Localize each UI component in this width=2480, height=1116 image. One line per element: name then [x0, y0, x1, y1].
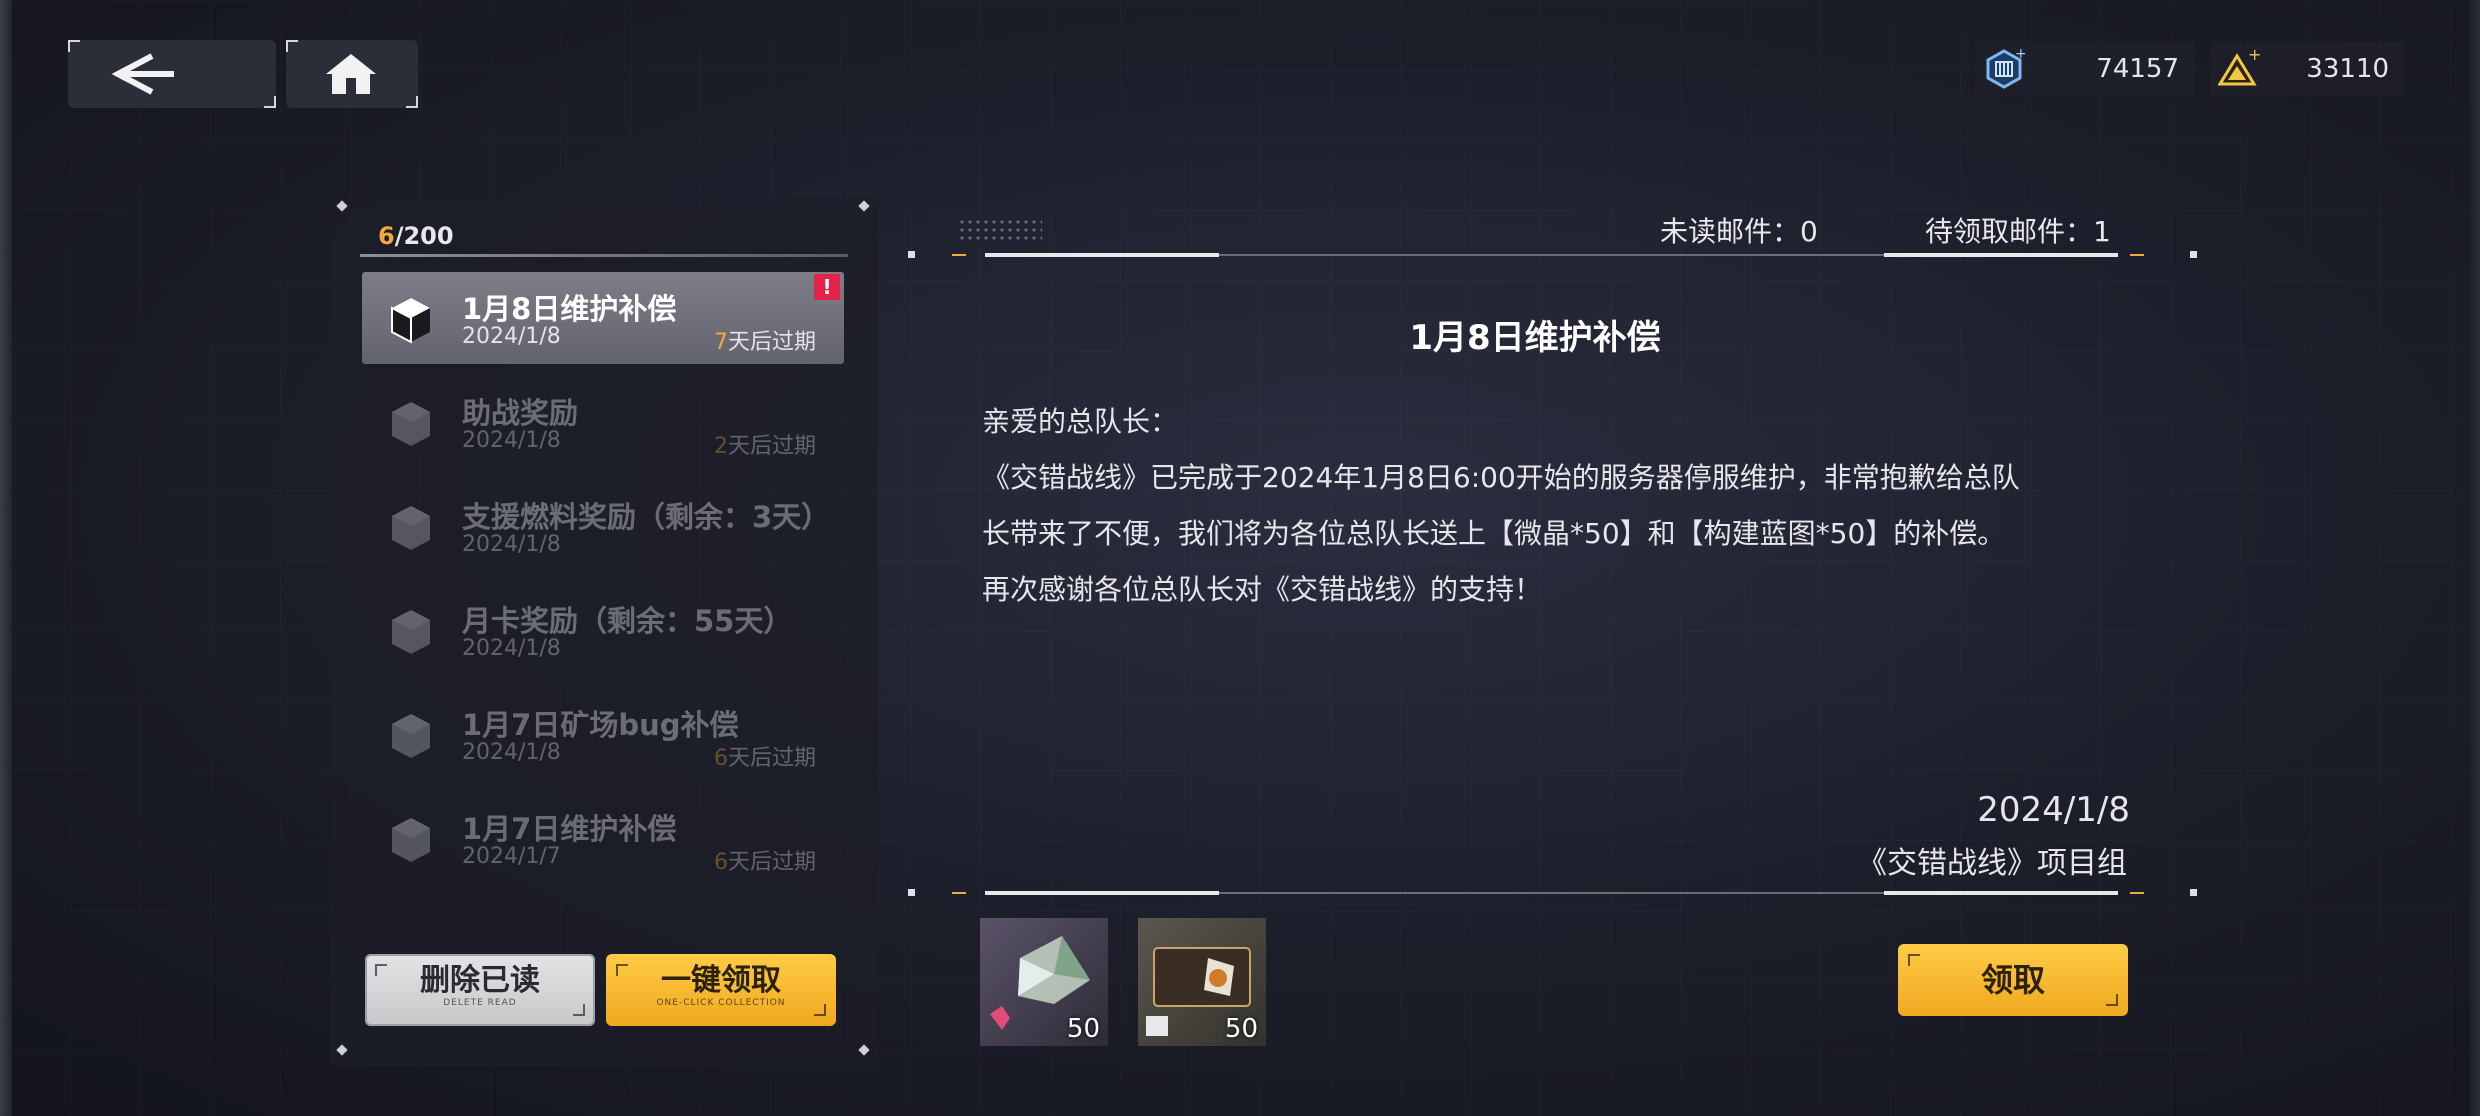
unread-count: 未读邮件：0 — [1660, 215, 1818, 248]
unread-badge: ! — [814, 274, 840, 300]
mail-title: 1月8日维护补偿 — [462, 292, 677, 326]
back-arrow-icon — [111, 53, 174, 95]
currency-crystal-value: 33110 — [2306, 54, 2389, 84]
collect-all-label: 一键领取 — [661, 963, 781, 998]
package-box-icon — [391, 298, 430, 344]
svg-text:+: + — [2248, 48, 2260, 64]
mail-body-line: 长带来了不便，我们将为各位总队长送上【微晶*50】和【构建蓝图*50】的补偿。 — [982, 517, 2006, 550]
delete-read-sublabel: DELETE READ — [443, 998, 517, 1008]
chip-icon: + — [1986, 48, 2025, 89]
mail-title: 助战奖励 — [462, 396, 579, 430]
mail-date: 2024/1/8 — [462, 324, 561, 349]
bottom-divider-highlight — [1884, 891, 2118, 895]
mail-expiry: 7天后过期 — [713, 330, 816, 355]
package-box-icon — [392, 506, 430, 550]
mail-expiry: 2天后过期 — [713, 434, 816, 459]
currency-chip[interactable]: + 74157 — [1975, 42, 2195, 96]
divider-end — [2130, 254, 2144, 256]
divider-end — [952, 892, 966, 894]
mail-expiry: 6天后过期 — [713, 850, 816, 875]
mail-item[interactable]: 月卡奖励（剩余：55天） 2024/1/8 — [362, 584, 844, 676]
mail-body-line: 亲爱的总队长： — [982, 405, 1179, 438]
top-divider-highlight — [985, 253, 1219, 257]
mail-body-line: 再次感谢各位总队长对《交错战线》的支持！ — [982, 573, 1543, 606]
divider-dot — [908, 251, 915, 258]
mail-item[interactable]: 1月7日维护补偿 2024/1/7 6天后过期 — [362, 792, 844, 884]
svg-text:+: + — [2015, 48, 2025, 62]
collect-all-sublabel: ONE-CLICK COLLECTION — [656, 998, 786, 1008]
mail-count: 6/200 — [378, 222, 454, 250]
divider-end — [952, 254, 966, 256]
back-button[interactable] — [68, 40, 276, 108]
mail-item-selected[interactable]: 1月8日维护补偿 2024/1/8 7天后过期 ! — [362, 272, 844, 364]
mail-count-line — [360, 254, 848, 257]
mail-date: 2024/1/8 — [462, 740, 561, 765]
reward-quantity: 50 — [1066, 1014, 1100, 1044]
mail-body-line: 《交错战线》已完成于2024年1月8日6:00开始的服务器停服维护，非常抱歉给总… — [982, 461, 2020, 494]
mail-title: 1月7日维护补偿 — [462, 812, 677, 846]
mail-date: 2024/1/8 — [462, 428, 561, 453]
divider-dot — [2190, 889, 2197, 896]
collect-all-button[interactable]: 一键领取 ONE-CLICK COLLECTION — [606, 954, 836, 1026]
reward-quantity: 50 — [1224, 1014, 1258, 1044]
top-divider-highlight — [1884, 253, 2118, 257]
currency-crystal[interactable]: + 33110 — [2210, 42, 2405, 96]
reward-build-blueprint[interactable]: 50 — [1138, 918, 1266, 1046]
mail-date: 2024/1/7 — [462, 844, 561, 869]
claim-button[interactable]: 领取 — [1898, 944, 2128, 1016]
package-box-icon — [392, 818, 430, 862]
mail-heading: 1月8日维护补偿 — [1409, 318, 1661, 358]
mail-sign-date: 2024/1/8 — [1977, 790, 2130, 830]
divider-dot — [908, 889, 915, 896]
left-edge — [0, 0, 12, 1116]
package-box-icon — [392, 610, 430, 654]
home-icon — [326, 54, 376, 94]
currency-chip-value: 74157 — [2096, 54, 2179, 84]
home-button[interactable] — [286, 40, 418, 108]
mail-expiry: 6天后过期 — [713, 746, 816, 771]
divider-dot — [2190, 251, 2197, 258]
mail-item[interactable]: 助战奖励 2024/1/8 2天后过期 — [362, 376, 844, 468]
right-edge — [2470, 0, 2480, 1116]
triangle-crystal-icon: + — [2218, 48, 2260, 86]
bottom-divider-highlight — [985, 891, 1219, 895]
decorative-dots — [958, 218, 1042, 242]
mail-sign-team: 《交错战线》项目组 — [1857, 846, 2127, 881]
mail-item[interactable]: 1月7日矿场bug补偿 2024/1/8 6天后过期 — [362, 688, 844, 780]
mail-title: 1月7日矿场bug补偿 — [462, 708, 739, 742]
package-box-icon — [392, 714, 430, 758]
package-box-icon — [392, 402, 430, 446]
mail-date: 2024/1/8 — [462, 532, 561, 557]
mail-date: 2024/1/8 — [462, 636, 561, 661]
mail-title: 月卡奖励（剩余：55天） — [462, 604, 793, 638]
mail-title: 支援燃料奖励（剩余：3天） — [462, 500, 831, 534]
divider-end — [2130, 892, 2144, 894]
delete-read-button[interactable]: 删除已读 DELETE READ — [365, 954, 595, 1026]
delete-read-label: 删除已读 — [420, 963, 540, 998]
reward-micro-crystal[interactable]: 50 — [980, 918, 1108, 1046]
mail-item[interactable]: 支援燃料奖励（剩余：3天） 2024/1/8 — [362, 480, 844, 572]
pending-count: 待领取邮件：1 — [1925, 215, 2111, 248]
